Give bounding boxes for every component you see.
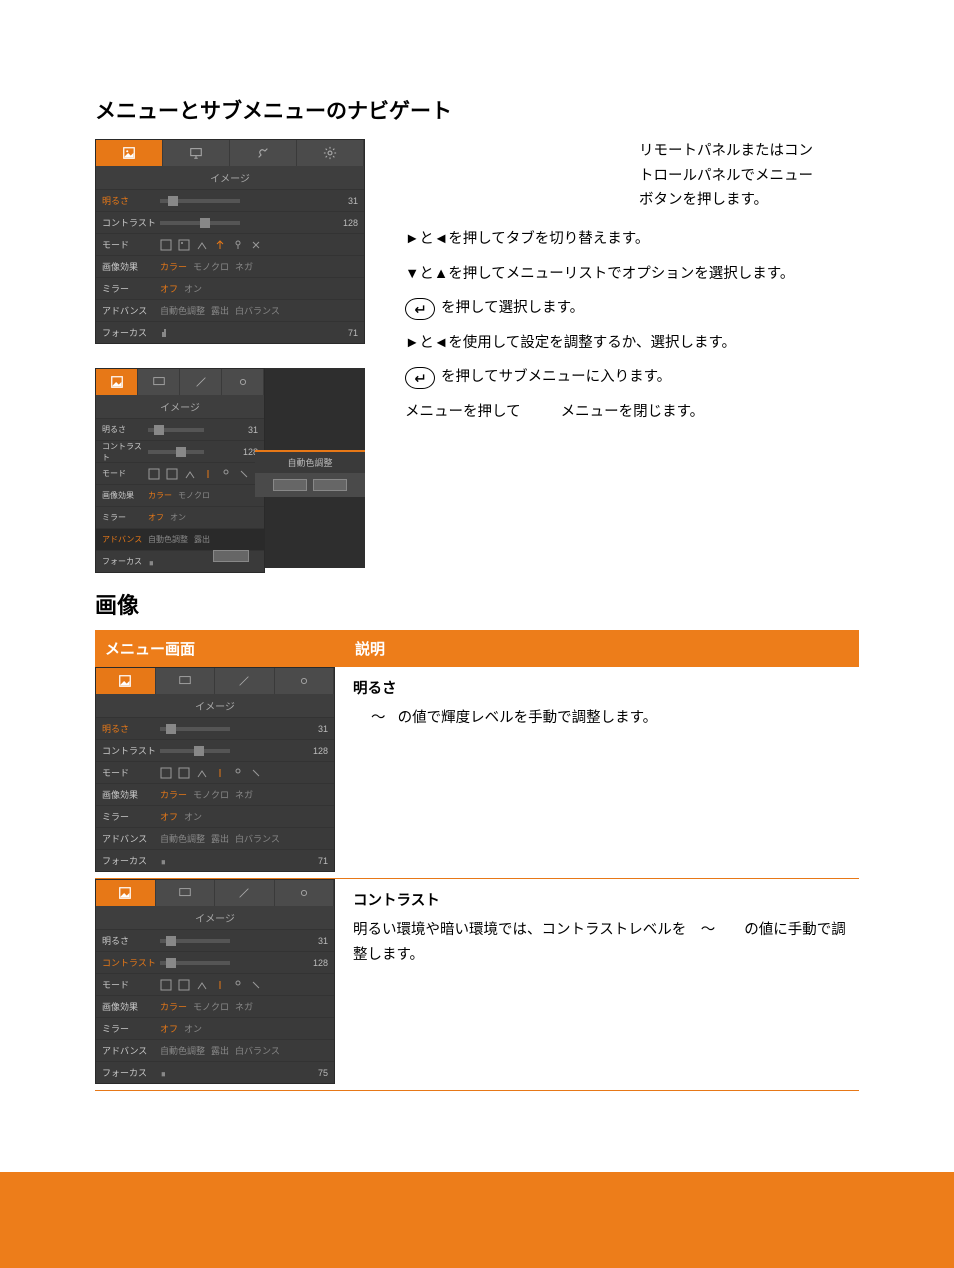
popup-button: [313, 479, 347, 491]
desc-body-brightness: ～ の値で輝度レベルを手動で調整します。: [353, 706, 851, 731]
osd-screenshot-brightness: イメージ 明るさ31 コントラスト128 モード 画像効果カラーモノクロネガ ミ…: [95, 667, 335, 872]
instruction-enter-select: を押して選択します。: [405, 296, 859, 321]
enter-icon: [405, 298, 435, 320]
tab-image-icon: [96, 880, 156, 906]
osd-row-effect: 画像効果 カラーモノクロネガ: [96, 255, 364, 277]
heading-image: 画像: [95, 588, 859, 620]
tab-settings-icon: [297, 140, 364, 166]
tab-presentation-icon: [138, 369, 180, 395]
page-footer: [0, 1172, 954, 1268]
instruction-adjust: ►と◄を使用して設定を調整するか、選択します。: [405, 331, 859, 356]
popup-button: [273, 479, 307, 491]
col-menu-screen: メニュー画面: [95, 630, 345, 667]
enter-icon: [405, 367, 435, 389]
desc-title-brightness: 明るさ: [353, 677, 851, 698]
osd-screenshot-1: イメージ 明るさ 31 コントラスト 128 モード: [95, 139, 365, 344]
table-row: イメージ 明るさ31 コントラスト128 モード 画像効果カラーモノクロネガ ミ…: [95, 667, 859, 879]
osd-row-brightness: 明るさ 31: [96, 189, 364, 211]
osd-screenshot-contrast: イメージ 明るさ31 コントラスト128 モード 画像効果カラーモノクロネガ ミ…: [95, 879, 335, 1084]
tab-settings-icon: [275, 668, 335, 694]
osd-row-mirror: ミラー オフオン: [96, 277, 364, 299]
tab-tools-icon: [230, 140, 297, 166]
desc-body-contrast: 明るい環境や暗い環境では、コントラストレベルを ～ の値に手動で調整します。: [353, 918, 851, 967]
osd-row-advance: アドバンス 自動色調整露出白バランス: [96, 299, 364, 321]
desc-title-contrast: コントラスト: [353, 889, 851, 910]
tab-image-icon: [96, 668, 156, 694]
instruction-enter-submenu: を押してサブメニューに入ります。: [405, 365, 859, 390]
instruction-intro: リモートパネルまたはコントロールパネルでメニューボタンを押します。: [639, 139, 814, 213]
table-row: イメージ 明るさ31 コントラスト128 モード 画像効果カラーモノクロネガ ミ…: [95, 879, 859, 1091]
settings-table: メニュー画面 説明 イメージ: [95, 630, 859, 1091]
tab-presentation-icon: [163, 140, 230, 166]
instruction-option-select: ▼と▲を押してメニューリストでオプションを選択します。: [405, 262, 859, 287]
tab-presentation-icon: [156, 880, 216, 906]
instruction-tab-switch: ►と◄を押してタブを切り替えます。: [405, 227, 859, 252]
osd-popup: 自動色調整: [255, 450, 365, 497]
tab-presentation-icon: [156, 668, 216, 694]
osd-row-focus: フォーカス 71: [96, 321, 364, 343]
tab-tools-icon: [215, 668, 275, 694]
osd-screenshot-2: イメージ 明るさ31 コントラスト128 モード 画像効果カラーモノクロ ミラー…: [95, 368, 365, 568]
tab-tools-icon: [215, 880, 275, 906]
tab-image-icon: [96, 140, 163, 166]
tab-settings-icon: [275, 880, 335, 906]
tab-tools-icon: [180, 369, 222, 395]
col-description: 説明: [345, 630, 859, 667]
tab-settings-icon: [222, 369, 264, 395]
instruction-close: メニューを押して メニューを閉じます。: [405, 400, 859, 425]
popup-button: [213, 550, 249, 562]
osd-subtitle: イメージ: [96, 166, 364, 189]
tab-image-icon: [96, 369, 138, 395]
heading-nav: メニューとサブメニューのナビゲート: [95, 95, 859, 125]
osd-row-contrast: コントラスト 128: [96, 211, 364, 233]
osd-row-mode: モード: [96, 233, 364, 255]
